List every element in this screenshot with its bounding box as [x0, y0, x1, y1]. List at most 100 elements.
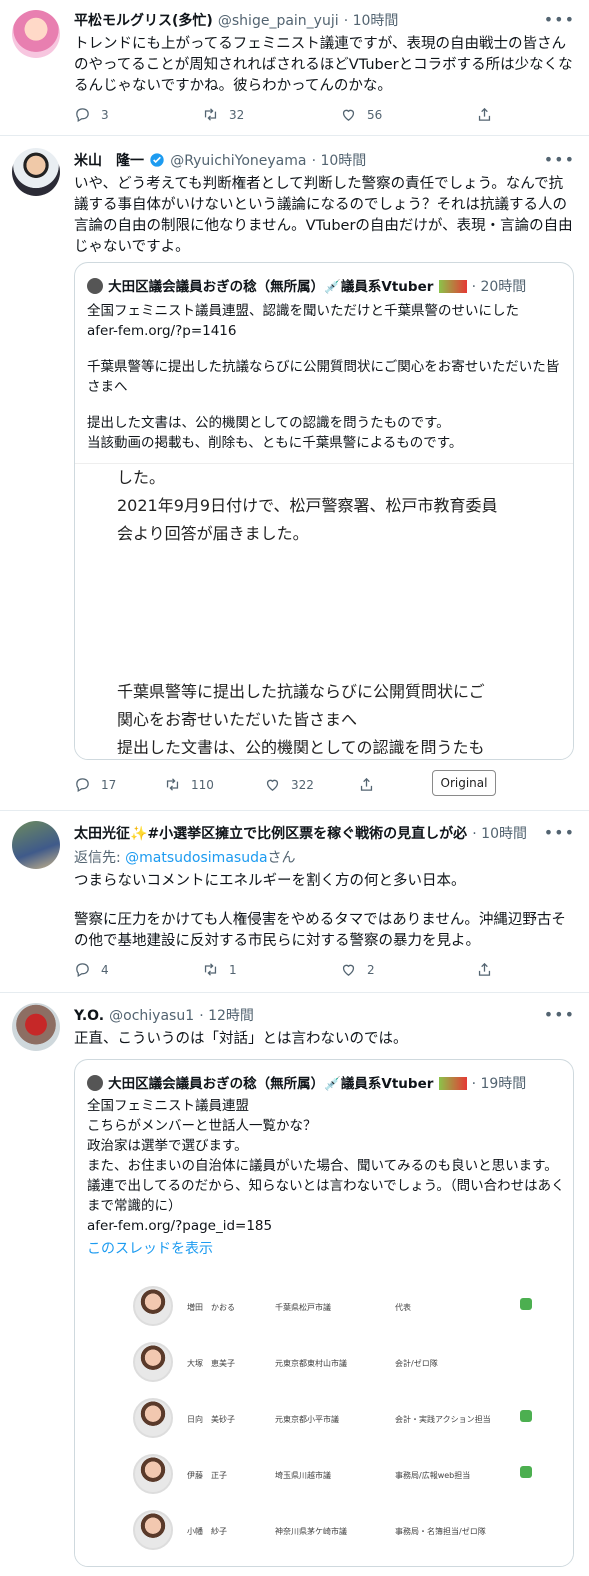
member-office: 千葉県松戸市議	[275, 1303, 331, 1312]
tweet[interactable]: Y.O. @ochiyasu1 · 12時間 ••• 正直、こういうのは「対話」…	[0, 993, 589, 1576]
tweet-header: 米山 隆一 @RyuichiYoneyama · 10時間	[74, 150, 366, 170]
reply-button[interactable]: 17	[74, 776, 116, 793]
member-photo	[133, 1510, 173, 1550]
retweet-count: 32	[229, 107, 245, 122]
quote-text: 全国フェミニスト議員連盟 こちらがメンバーと世話人一覧かな？ 政治家は選挙で選び…	[87, 1096, 565, 1259]
handle[interactable]: @RyuichiYoneyama	[170, 153, 306, 169]
retweet-button[interactable]: 32	[202, 106, 244, 123]
share-icon	[478, 962, 491, 976]
timestamp[interactable]: · 10時間	[312, 153, 367, 169]
display-name[interactable]: 平松モルグリス(多忙)	[74, 13, 213, 29]
member-office: 元東京都小平市議	[275, 1415, 339, 1424]
leaf-icon	[520, 1298, 532, 1310]
quote-image[interactable]: した。 2021年9月9日付けで、松戸警察署、松戸市教育委員 会より回答が届きま…	[75, 463, 573, 759]
tweet-header: 太田光征✨#小選挙区擁立で比例区票を稼ぐ戦術の見直しが必 · 10時間	[74, 823, 574, 843]
timestamp[interactable]: · 10時間	[344, 13, 399, 29]
quote-link[interactable]: afer-fem.org/?page_id=185	[87, 1216, 565, 1236]
tweet[interactable]: 米山 隆一 @RyuichiYoneyama · 10時間 ••• いや、どう考…	[0, 136, 589, 808]
image-text: 千葉県警等に提出した抗議ならびに公開質問状にご 関心をお寄せいただいた皆さまへ …	[117, 678, 485, 754]
quoted-tweet[interactable]: 大田区議会議員おぎの稔（無所属）💉議員系Vtuber · 20時間 全国フェミニ…	[74, 262, 574, 760]
image-line: 関心をお寄せいただいた皆さまへ	[117, 710, 358, 729]
quote-line: こちらがメンバーと世話人一覧かな？	[87, 1118, 317, 1134]
avatar[interactable]	[12, 148, 60, 196]
member-row: 増田 かおる 千葉県松戸市議 代表	[75, 1278, 573, 1334]
quote-link[interactable]: afer-fem.org/?p=1416	[87, 321, 565, 341]
share-button[interactable]	[476, 961, 493, 978]
avatar[interactable]	[12, 10, 60, 58]
member-name: 日向 美砂子	[187, 1415, 235, 1424]
quoted-tweet[interactable]: 大田区議会議員おぎの稔（無所属）💉議員系Vtuber · 19時間 全国フェミニ…	[74, 1059, 574, 1567]
display-name[interactable]: Y.O.	[74, 1008, 104, 1024]
timestamp[interactable]: · 10時間	[472, 826, 527, 842]
reply-mention[interactable]: @matsudosimasuda	[125, 850, 267, 866]
display-name[interactable]: 太田光征✨#小選挙区擁立で比例区票を稼ぐ戦術の見直しが必	[74, 823, 467, 843]
tweet-text: トレンドにも上がってるフェミニスト議連ですが、表現の自由戦士の皆さんのやってるこ…	[74, 36, 573, 94]
member-role: 会計/ゼロ隊	[395, 1359, 438, 1368]
member-role: 事務局・名簿担当/ゼロ隊	[395, 1527, 486, 1536]
more-icon[interactable]: •••	[544, 10, 575, 29]
tweet-text: 正直、こういうのは「対話」とは言わないのでは。	[74, 1031, 408, 1047]
tweet-paragraph: つまらないコメントにエネルギーを割く方の何と多い日本。	[74, 873, 466, 889]
member-row: 小幡 紗子 神奈川県茅ケ崎市議 事務局・名簿担当/ゼロ隊	[75, 1502, 573, 1558]
member-name: 増田 かおる	[187, 1303, 235, 1312]
member-row: 日向 美砂子 元東京都小平市議 会計・実践アクション担当	[75, 1390, 573, 1446]
like-button[interactable]: 56	[340, 106, 382, 123]
member-name: 伊藤 正子	[187, 1471, 227, 1480]
like-button[interactable]: 2	[340, 961, 375, 978]
like-icon	[342, 964, 355, 976]
tweet[interactable]: 太田光征✨#小選挙区擁立で比例区票を稼ぐ戦術の見直しが必 · 10時間 ••• …	[0, 811, 589, 991]
retweet-icon	[204, 963, 217, 976]
reply-button[interactable]: 3	[74, 106, 109, 123]
avatar[interactable]	[12, 821, 60, 869]
emoji-decoration	[438, 280, 467, 293]
quote-timestamp: · 19時間	[471, 1076, 527, 1092]
like-count: 2	[367, 962, 375, 977]
more-icon[interactable]: •••	[544, 150, 575, 169]
share-button[interactable]	[476, 106, 493, 123]
handle[interactable]: @shige_pain_yuji	[218, 13, 339, 29]
member-role: 代表	[395, 1303, 411, 1312]
more-icon[interactable]: •••	[544, 823, 575, 842]
tweet-header: Y.O. @ochiyasu1 · 12時間	[74, 1005, 254, 1025]
quote-header: 大田区議会議員おぎの稔（無所属）💉議員系Vtuber · 19時間	[87, 1072, 567, 1093]
reply-icon	[76, 108, 89, 123]
timestamp[interactable]: · 12時間	[199, 1008, 254, 1024]
member-role: 事務局/広報web担当	[395, 1471, 471, 1480]
member-name: 小幡 紗子	[187, 1527, 227, 1536]
more-icon[interactable]: •••	[544, 1005, 575, 1024]
quote-paragraph: 当該動画の掲載も、削除も、ともに千葉県警によるものです。	[87, 435, 463, 451]
quote-image[interactable]: 増田 かおる 千葉県松戸市議 代表 大塚 恵美子 元東京都東村山市議 会計/ゼロ…	[75, 1278, 573, 1566]
retweet-count: 1	[229, 962, 237, 977]
image-line: 会より回答が届きました。	[117, 524, 309, 543]
member-row: 伊藤 正子 埼玉県川越市議 事務局/広報web担当	[75, 1446, 573, 1502]
retweet-button[interactable]: 1	[202, 961, 237, 978]
reply-button[interactable]: 4	[74, 961, 109, 978]
show-thread-link[interactable]: このスレッドを表示	[87, 1239, 565, 1259]
quote-header: 大田区議会議員おぎの稔（無所属）💉議員系Vtuber · 20時間	[87, 275, 567, 296]
display-name[interactable]: 米山 隆一	[74, 153, 144, 169]
image-line: した。	[117, 468, 166, 487]
quote-timestamp: · 20時間	[471, 279, 527, 295]
like-count: 56	[367, 107, 383, 122]
like-count: 322	[291, 777, 314, 792]
quote-line: 政治家は選挙で選びます。	[87, 1138, 248, 1154]
tweet[interactable]: 平松モルグリス(多忙) @shige_pain_yuji · 10時間 ••• …	[0, 0, 589, 132]
avatar[interactable]	[12, 1003, 60, 1051]
reply-count: 17	[101, 777, 117, 792]
quote-line: 全国フェミニスト議員連盟	[87, 1098, 249, 1114]
retweet-button[interactable]: 110	[164, 776, 214, 793]
handle[interactable]: @ochiyasu1	[109, 1008, 194, 1024]
retweet-icon	[166, 778, 179, 791]
reply-prefix: 返信先:	[74, 850, 126, 866]
share-icon	[478, 107, 491, 121]
member-office: 神奈川県茅ケ崎市議	[275, 1527, 347, 1536]
share-button[interactable]	[358, 776, 375, 793]
quote-line: 全国フェミニスト議員連盟、認識を聞いただけと千葉県警のせいにした	[87, 303, 519, 319]
member-row: 大塚 恵美子 元東京都東村山市議 会計/ゼロ隊	[75, 1334, 573, 1390]
like-icon	[266, 779, 279, 791]
image-text: した。 2021年9月9日付けで、松戸警察署、松戸市教育委員 会より回答が届きま…	[117, 464, 497, 548]
like-button[interactable]: 322	[264, 776, 314, 793]
original-button[interactable]: Original	[432, 770, 496, 796]
reply-context: 返信先: @matsudosimasudaさん	[74, 847, 296, 867]
member-photo	[133, 1342, 173, 1382]
